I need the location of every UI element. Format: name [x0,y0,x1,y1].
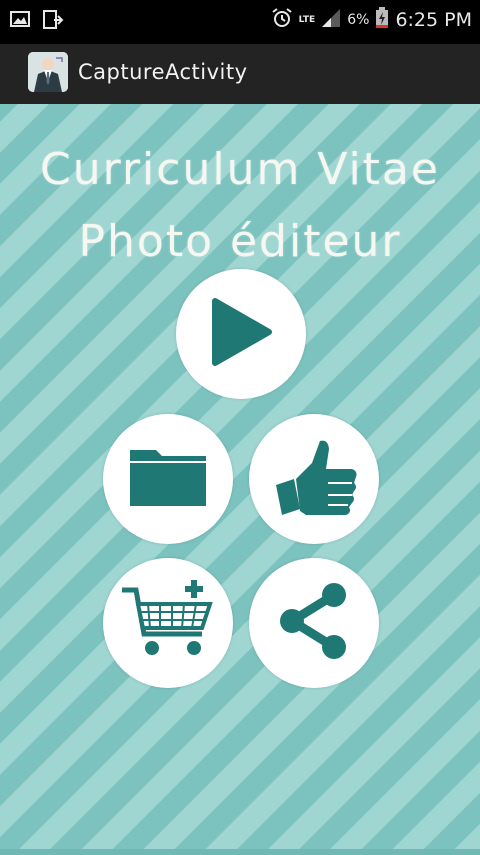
alarm-icon [271,7,293,33]
share-icon [274,581,354,665]
gallery-button[interactable] [103,414,233,544]
folder-icon [126,444,210,514]
play-icon [209,297,273,371]
gallery-notification-icon [10,9,30,35]
like-button[interactable] [249,414,379,544]
battery-percent: 6% [347,12,370,28]
shop-button[interactable] [103,558,233,688]
title-line-2: Photo éditeur [78,216,402,267]
action-bar: CaptureActivity [0,44,480,105]
bottom-edge [0,849,480,855]
title-line-1: Curriculum Vitae [40,144,440,195]
main-content: Curriculum Vitae Photo éditeur [0,104,480,855]
clock: 6:25 PM [395,9,472,31]
status-indicators: LTE 6% 6:25 PM [271,7,472,33]
signal-strength-icon [321,8,341,32]
play-button[interactable] [176,269,306,399]
battery-charging-icon [375,7,389,33]
app-icon[interactable] [28,52,68,92]
cart-plus-icon [120,576,216,670]
download-notification-icon [42,9,64,35]
app-title: CaptureActivity [78,60,248,84]
app-screen: LTE 6% 6:25 PM CaptureActivity Curriculu… [0,0,480,855]
status-bar: LTE 6% 6:25 PM [0,0,480,44]
share-button[interactable] [249,558,379,688]
network-type-label: LTE [298,14,316,25]
notification-icons [10,9,64,35]
thumbs-up-icon [266,429,362,529]
